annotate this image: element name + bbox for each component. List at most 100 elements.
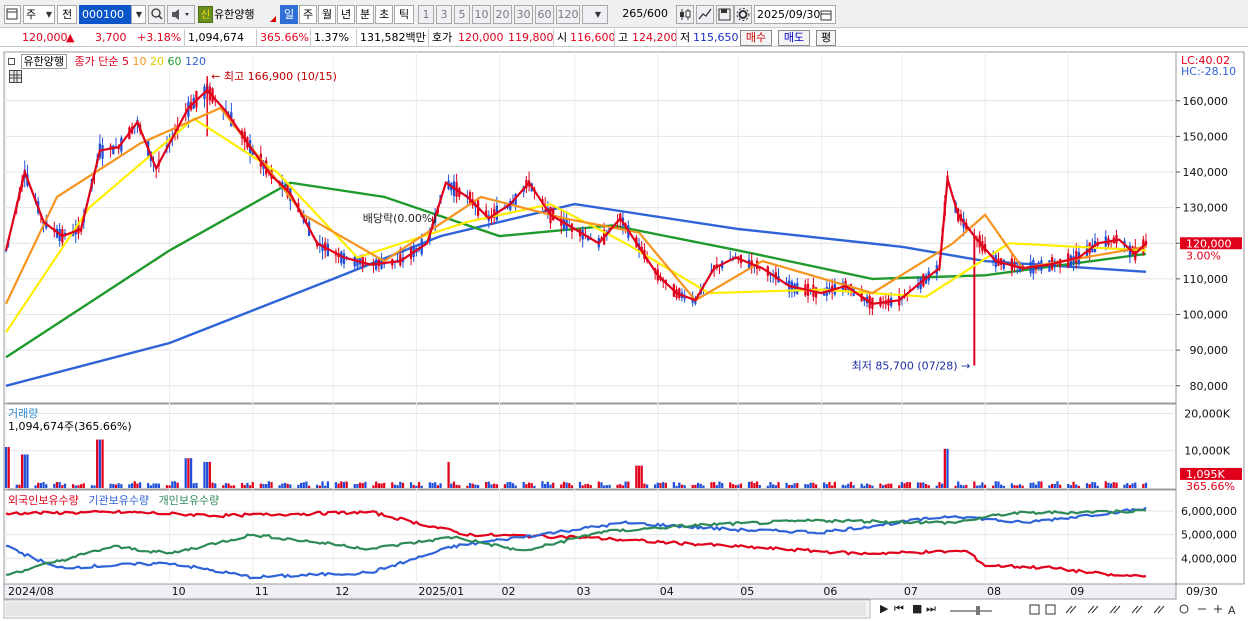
layout-double-icon[interactable]	[1045, 604, 1056, 615]
tab-week-label: 주	[302, 8, 314, 21]
tab-month[interactable]: 월	[318, 5, 336, 24]
interval-60[interactable]: 60	[535, 5, 554, 24]
volume-tick-label: 20,000K	[1184, 407, 1230, 420]
interval-3[interactable]: 3	[436, 5, 452, 24]
speaker-icon	[172, 9, 189, 20]
interval-20[interactable]: 20	[493, 5, 512, 24]
sound-button[interactable]	[167, 5, 195, 24]
search-icon[interactable]	[1179, 604, 1189, 614]
candle-type-button[interactable]	[676, 5, 694, 24]
volume-bar	[358, 482, 362, 488]
holding-tick-label: 6,000,000	[1181, 505, 1237, 518]
code-dropdown-button[interactable]: ▼	[131, 5, 146, 24]
volume-bar	[147, 483, 150, 488]
zoom-in-icon[interactable]	[1214, 605, 1222, 613]
volume-bar	[248, 485, 252, 488]
time-tick-label: 2024/08	[8, 585, 54, 598]
volume-bar	[908, 482, 912, 488]
prev-button[interactable]: 전	[57, 5, 77, 24]
interval-dropdown[interactable]: ▼	[582, 5, 608, 24]
volume-bar	[975, 485, 979, 488]
trendline-icon	[698, 8, 712, 20]
volume-bar	[495, 484, 498, 488]
volume-bar	[58, 482, 61, 488]
last-button[interactable]: ⏭	[926, 600, 936, 618]
avg-button[interactable]: 평	[816, 30, 836, 46]
volume-bar	[71, 484, 75, 488]
save-button[interactable]	[716, 5, 734, 24]
volume-bar	[710, 482, 713, 488]
volume-bar	[978, 485, 981, 488]
auto-scale-icon[interactable]: A	[1228, 604, 1236, 616]
interval-120[interactable]: 120	[556, 5, 580, 24]
grid-toggle-button[interactable]	[9, 70, 22, 83]
sell-button[interactable]: 매도	[778, 30, 810, 46]
price-chart[interactable]: 160,000150,000140,000130,000120,000110,0…	[0, 48, 1248, 621]
volume-bar	[128, 484, 131, 488]
interval-10[interactable]: 10	[472, 5, 491, 24]
period-select[interactable]: 주 ▼	[23, 5, 55, 24]
time-tick-label: 09	[1070, 585, 1084, 598]
volume-bar	[1059, 484, 1062, 488]
tab-year[interactable]: 년	[337, 5, 355, 24]
volume-bar	[927, 485, 930, 488]
volume-bar	[774, 485, 777, 488]
volume-bar	[1021, 485, 1024, 488]
volume-bar	[983, 484, 987, 488]
crosshair-icon[interactable]	[1065, 605, 1077, 614]
interval-1[interactable]: 1	[418, 5, 434, 24]
tab-tick[interactable]: 틱	[394, 5, 414, 24]
volume-bar	[847, 483, 850, 488]
volume-bar	[222, 485, 225, 488]
volume-bar	[232, 485, 236, 488]
avg-label: 평	[820, 31, 832, 44]
buy-button[interactable]: 매수	[740, 30, 772, 46]
zoom-slider-thumb[interactable]	[976, 606, 980, 615]
tab-day[interactable]: 일	[280, 5, 298, 24]
stop-button[interactable]: ■	[912, 600, 922, 618]
layout-single-icon[interactable]	[1029, 604, 1040, 615]
volume-bar	[965, 484, 968, 488]
volume-bar	[101, 439, 104, 488]
tab-second[interactable]: 초	[375, 5, 393, 24]
tab-minute[interactable]: 분	[356, 5, 374, 24]
tab-week[interactable]: 주	[299, 5, 317, 24]
volume-bar	[924, 484, 928, 488]
stock-code-input[interactable]: 000100	[79, 5, 131, 24]
interval-30[interactable]: 30	[514, 5, 533, 24]
window-layout-button[interactable]	[4, 5, 21, 24]
first-button[interactable]: ⏮	[894, 600, 904, 618]
time-tick-label: 12	[335, 585, 349, 598]
volume-bar	[546, 481, 549, 488]
volume-bar	[474, 484, 477, 488]
fibo-icon[interactable]	[1109, 605, 1121, 614]
volume-bar	[391, 482, 394, 488]
measure-icon[interactable]	[1087, 605, 1099, 614]
volume-bar	[364, 481, 367, 488]
volume-bar	[383, 482, 386, 488]
volume-bar	[589, 485, 592, 488]
drawing-tool-button[interactable]	[696, 5, 714, 24]
panel-toggle-icon[interactable]	[8, 58, 15, 65]
volume-bar	[721, 483, 724, 488]
play-button[interactable]: ▶	[880, 600, 888, 618]
settings-button[interactable]	[734, 5, 752, 24]
open-value: 116,600	[570, 31, 616, 44]
volume-bar	[549, 484, 552, 488]
trend-icon[interactable]	[1131, 605, 1143, 614]
interval-5[interactable]: 5	[454, 5, 470, 24]
volume-bar	[112, 483, 115, 488]
volume-bar	[307, 485, 311, 488]
text-tool-icon[interactable]	[1153, 605, 1165, 614]
low-label: 저	[676, 29, 690, 46]
volume-bar	[640, 465, 643, 488]
volume-bar	[79, 484, 83, 488]
hoga-bid: 119,800	[508, 31, 554, 44]
price-tick-label: 140,000	[1183, 166, 1229, 179]
volume-bar	[935, 485, 938, 488]
date-input[interactable]: 2025/09/30	[754, 5, 836, 24]
zoom-tools[interactable]: A	[948, 603, 1240, 616]
volume-bar	[77, 485, 80, 488]
search-button[interactable]	[148, 5, 165, 24]
scrollbar-thumb[interactable]	[6, 602, 866, 616]
